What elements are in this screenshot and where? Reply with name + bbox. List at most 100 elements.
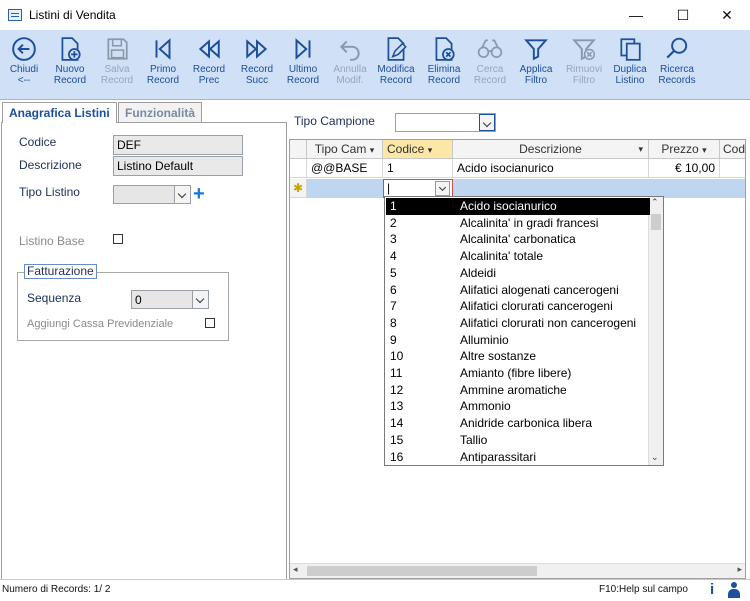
toolbar-label-line1: Nuovo: [55, 64, 85, 75]
toolbar-button-nuovo-record[interactable]: Nuovo Record: [52, 34, 88, 94]
dropdown-item[interactable]: 9 Alluminio: [386, 332, 650, 349]
dropdown-item[interactable]: 12 Ammine aromatiche: [386, 382, 650, 399]
descrizione-field[interactable]: Listino Default: [113, 156, 243, 176]
column-header-prezzo[interactable]: Prezzo ▾: [649, 140, 720, 159]
cell-codice[interactable]: 1: [383, 159, 453, 178]
first-record-icon: [155, 38, 171, 60]
chevron-down-icon[interactable]: [479, 114, 495, 131]
dropdown-item-code: 10: [390, 349, 404, 364]
dropdown-item-name: Altre sostanze: [460, 349, 537, 364]
toolbar-label-line2: Succ: [245, 75, 269, 86]
dropdown-item[interactable]: 10 Altre sostanze: [386, 348, 650, 365]
dropdown-item[interactable]: 5 Aldeidi: [386, 265, 650, 282]
cell-cod[interactable]: [720, 159, 745, 178]
dropdown-item-code: 1: [390, 199, 397, 213]
dropdown-item[interactable]: 3 Alcalinita' carbonatica: [386, 231, 650, 248]
dropdown-item[interactable]: 14 Anidride carbonica libera: [386, 415, 650, 432]
dropdown-item-code: 7: [390, 299, 397, 314]
toolbar-label-line1: Salva: [104, 64, 130, 75]
window-title: Listini di Vendita: [29, 8, 116, 22]
toolbar-button-record-succ[interactable]: Record Succ: [239, 34, 275, 94]
codice-label: Codice: [19, 135, 57, 149]
dropdown-item-code: 16: [390, 449, 404, 464]
tab-anagrafica-listini[interactable]: Anagrafica Listini: [2, 102, 117, 123]
toolbar-button-cerca-record[interactable]: Cerca Record: [470, 34, 510, 94]
dropdown-item[interactable]: 4 Alcalinita' totale: [386, 248, 650, 265]
add-icon[interactable]: +: [193, 184, 205, 204]
dropdown-item[interactable]: 15 Tallio: [386, 432, 650, 449]
dropdown-item-code: 13: [390, 399, 404, 414]
scroll-up-icon[interactable]: ⌃: [651, 197, 659, 208]
chevron-down-icon[interactable]: [174, 186, 190, 203]
toolbar-label-line2: Filtro: [524, 75, 548, 86]
toolbar-button-salva-record[interactable]: Salva Record: [98, 34, 136, 94]
scrollbar-thumb[interactable]: [307, 566, 537, 576]
cassa-previdenziale-label: Aggiungi Cassa Previdenziale: [27, 318, 174, 330]
toolbar-button-elimina-record[interactable]: Elimina Record: [424, 34, 464, 94]
delete-document-icon: [435, 37, 455, 61]
chevron-down-icon[interactable]: [192, 291, 208, 308]
toolbar-label-line2: Record: [53, 75, 87, 86]
toolbar-button-applica-filtro[interactable]: Applica Filtro: [516, 34, 556, 94]
toolbar-button-record-prec[interactable]: Record Prec: [190, 34, 228, 94]
codice-dropdown-list[interactable]: ⌃ ⌄ 1 Acido isocianurico 2 Alcalinita' in g…: [384, 196, 664, 466]
scroll-left-icon[interactable]: ◂: [293, 564, 298, 575]
toolbar-button-ultimo-record[interactable]: Ultimo Record: [283, 34, 323, 94]
column-header-cod[interactable]: Cod: [720, 140, 745, 159]
listino-base-checkbox[interactable]: [113, 234, 123, 244]
binoculars-icon: [477, 39, 503, 58]
column-header-tipo-campione[interactable]: Tipo Cam ▾: [307, 140, 383, 159]
listino-base-label: Listino Base: [19, 234, 85, 248]
tab-funzionalita[interactable]: Funzionalità: [118, 102, 202, 122]
dropdown-item-name: Ammine aromatiche: [460, 382, 567, 397]
toolbar: Chiudi <-- Nuovo Record Salva Record Primo Reco…: [0, 30, 750, 100]
sequenza-combo[interactable]: 0: [131, 290, 209, 309]
save-icon: [107, 38, 128, 60]
tipo-campione-combo[interactable]: [395, 113, 496, 132]
tipo-listino-combo[interactable]: [113, 185, 191, 204]
dropdown-item[interactable]: 8 Alifatici clorurati non cancerogeni: [386, 315, 650, 332]
column-header-descrizione[interactable]: Descrizione ▾: [453, 140, 649, 159]
filter-icon: ▾: [369, 145, 375, 155]
scroll-right-icon[interactable]: ▸: [737, 564, 742, 575]
cell-tipo-campione[interactable]: @@BASE: [307, 159, 383, 178]
cell-prezzo[interactable]: € 10,00: [649, 159, 720, 178]
toolbar-button-annulla-modif[interactable]: Annulla Modif.: [330, 34, 370, 94]
toolbar-button-ricerca-records[interactable]: Ricerca Records: [655, 34, 699, 94]
dropdown-item-name: Anidride carbonica libera: [460, 416, 593, 431]
toolbar-button-rimuovi-filtro[interactable]: Rimuovi Filtro: [562, 34, 606, 94]
scrollbar-thumb[interactable]: [651, 214, 661, 230]
maximize-button[interactable]: ☐: [660, 0, 706, 30]
search-icon: [666, 37, 688, 59]
dropdown-item-code: 8: [390, 315, 397, 330]
vertical-scrollbar[interactable]: ⌃ ⌄: [648, 197, 663, 465]
scroll-down-icon[interactable]: ⌄: [651, 452, 659, 463]
toolbar-button-chiudi-[interactable]: Chiudi <--: [4, 34, 44, 94]
toolbar-button-modifica-record[interactable]: Modifica Record: [375, 34, 417, 94]
dropdown-item[interactable]: 2 Alcalinita' in gradi francesi: [386, 215, 650, 232]
user-help-icon[interactable]: [728, 582, 740, 598]
info-icon[interactable]: i: [710, 581, 714, 598]
dropdown-item[interactable]: 7 Alifatici clorurati cancerogeni: [386, 298, 650, 315]
dropdown-item-code: 11: [390, 366, 403, 380]
dropdown-item-code: 14: [390, 416, 404, 431]
close-button[interactable]: ✕: [704, 0, 750, 30]
dropdown-item-name: Acido isocianurico: [460, 199, 557, 213]
dropdown-item[interactable]: 11 Amianto (fibre libere): [386, 365, 650, 382]
cell-descrizione[interactable]: Acido isocianurico: [453, 159, 649, 178]
horizontal-scrollbar[interactable]: ◂ ▸: [290, 563, 745, 578]
toolbar-button-duplica-listino[interactable]: Duplica Listino: [609, 34, 651, 94]
dropdown-item[interactable]: 13 Ammonio: [386, 398, 650, 415]
dropdown-item[interactable]: 1 Acido isocianurico: [386, 198, 650, 215]
row-selector[interactable]: [290, 159, 307, 178]
codice-field[interactable]: DEF: [113, 135, 243, 155]
toolbar-button-primo-record[interactable]: Primo Record: [145, 34, 181, 94]
chevron-down-icon[interactable]: [435, 181, 450, 196]
column-header-codice[interactable]: Codice ▾: [383, 140, 453, 159]
dropdown-item-name: Aldeidi: [460, 265, 497, 280]
dropdown-item[interactable]: 6 Alifatici alogenati cancerogeni: [386, 282, 650, 299]
cassa-previdenziale-checkbox[interactable]: [205, 318, 215, 328]
fatturazione-title: Fatturazione: [24, 264, 97, 279]
dropdown-item[interactable]: 16 Antiparassitari: [386, 449, 650, 466]
minimize-button[interactable]: —: [613, 0, 659, 30]
